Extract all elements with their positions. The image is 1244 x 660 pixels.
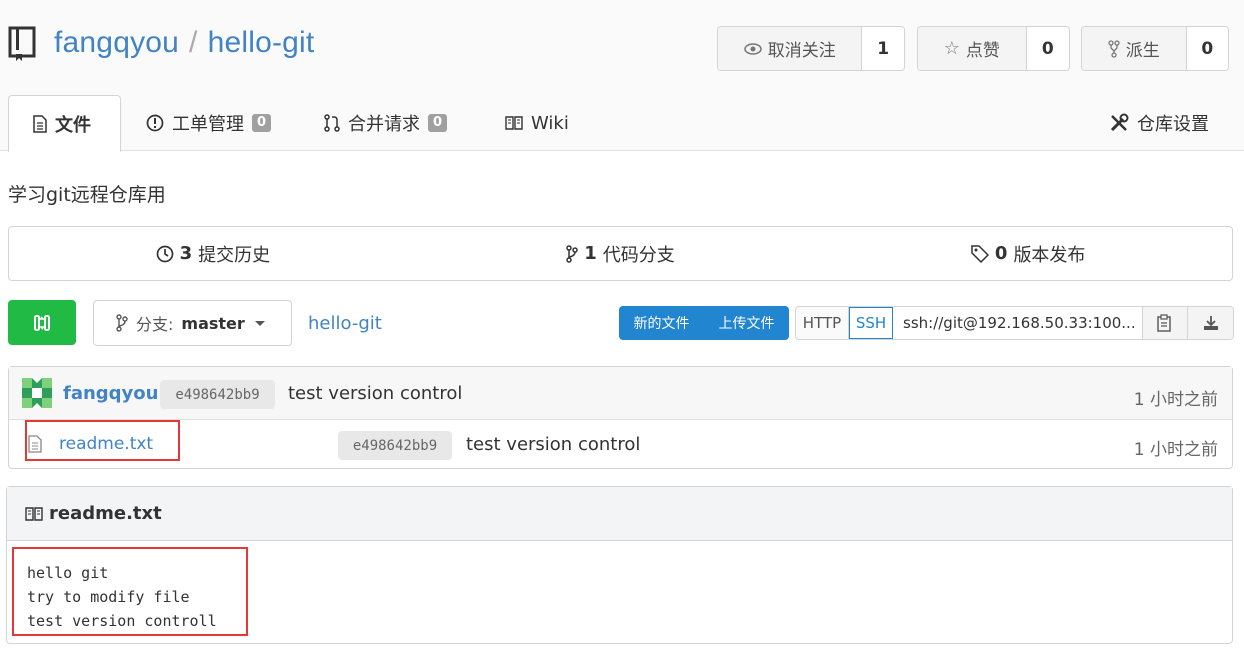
- repo-owner-link[interactable]: fangqyou: [54, 26, 179, 59]
- repo-header: fangqyou / hello-git 取消关注 1 ☆ 点赞 0 派生 0 文件…: [0, 0, 1244, 152]
- issues-count-badge: 0: [252, 114, 272, 132]
- fork-button[interactable]: 派生: [1082, 27, 1187, 70]
- commit-message: test version control: [288, 383, 463, 404]
- file-table: fangqyou e498642bb9 test version control…: [8, 366, 1233, 469]
- branch-name: master: [181, 313, 245, 333]
- star-button[interactable]: ☆ 点赞: [918, 27, 1027, 70]
- watch-label: 取消关注: [767, 41, 836, 61]
- tab-issues-label: 工单管理: [172, 114, 244, 135]
- repo-icon: [8, 26, 36, 61]
- history-icon: [156, 245, 173, 262]
- readme-header: readme.txt: [7, 487, 1232, 541]
- file-text-icon: [33, 114, 47, 133]
- fork-button-group: 派生 0: [1081, 26, 1229, 71]
- file-commit-sha-link[interactable]: e498642bb9: [338, 431, 452, 460]
- commit-sha-link[interactable]: e498642bb9: [160, 380, 275, 409]
- clone-http-button[interactable]: HTTP: [796, 307, 849, 339]
- tab-settings[interactable]: 仓库设置: [1109, 95, 1209, 151]
- readme-title: readme.txt: [49, 503, 162, 524]
- tab-wiki[interactable]: Wiki: [505, 95, 569, 151]
- eye-icon: [743, 42, 762, 55]
- stat-branches-count: 1: [584, 243, 597, 264]
- star-button-group: ☆ 点赞 0: [917, 26, 1070, 71]
- stat-releases-count: 0: [994, 243, 1008, 264]
- tag-icon: [971, 244, 989, 263]
- tab-pulls-label: 合并请求: [348, 114, 420, 135]
- clone-url-input[interactable]: ssh://git@192.168.50.33:100...: [893, 307, 1143, 339]
- star-label: 点赞: [965, 41, 1000, 61]
- watch-count[interactable]: 1: [862, 27, 904, 70]
- clipboard-icon: [1157, 314, 1171, 332]
- stat-commits[interactable]: 3 提交历史: [9, 227, 417, 280]
- branch-prefix: 分支:: [136, 315, 174, 334]
- watch-button[interactable]: 取消关注: [718, 27, 863, 70]
- download-button[interactable]: [1188, 307, 1233, 339]
- highlight-box-file: [25, 420, 180, 461]
- stat-commits-count: 3: [179, 243, 193, 264]
- fork-count[interactable]: 0: [1186, 27, 1228, 70]
- avatar[interactable]: [22, 378, 52, 408]
- file-commit-message: test version control: [466, 434, 641, 455]
- stat-branches[interactable]: 1 代码分支: [417, 227, 825, 280]
- download-icon: [1203, 316, 1218, 330]
- table-row: readme.txt e498642bb9 test version contr…: [9, 420, 1232, 469]
- star-icon: ☆: [943, 38, 960, 59]
- new-file-button[interactable]: 新的文件: [619, 306, 704, 340]
- pulls-count-badge: 0: [428, 114, 448, 132]
- branch-dropdown[interactable]: 分支: master: [93, 300, 292, 346]
- latest-commit-row: fangqyou e498642bb9 test version control…: [9, 367, 1232, 420]
- tab-files-label: 文件: [55, 114, 91, 136]
- tab-wiki-label: Wiki: [531, 112, 569, 134]
- repo-description: 学习git远程仓库用: [8, 184, 166, 206]
- repo-title: fangqyou / hello-git: [54, 26, 314, 60]
- highlight-box-readme: [12, 547, 248, 636]
- alert-circle-icon: [146, 114, 164, 132]
- clone-url-bar: HTTP SSH ssh://git@192.168.50.33:100...: [795, 306, 1234, 340]
- stat-releases-label: 版本发布: [1013, 244, 1086, 266]
- chevron-down-icon: [254, 320, 265, 326]
- compare-button[interactable]: [8, 300, 76, 345]
- tab-settings-label: 仓库设置: [1137, 114, 1209, 135]
- fork-icon: [1108, 39, 1120, 58]
- stat-branches-label: 代码分支: [602, 244, 675, 266]
- stat-commits-label: 提交历史: [198, 244, 271, 266]
- stat-releases[interactable]: 0 版本发布: [824, 227, 1232, 280]
- branch-icon: [116, 314, 128, 332]
- compare-icon: [34, 314, 50, 331]
- star-count[interactable]: 0: [1026, 27, 1069, 70]
- copy-url-button[interactable]: [1143, 307, 1188, 339]
- commit-time: 1 小时之前: [1133, 390, 1218, 410]
- commit-author-link[interactable]: fangqyou: [63, 383, 158, 404]
- branch-icon: [566, 244, 578, 263]
- watch-button-group: 取消关注 1: [717, 26, 905, 71]
- tab-pull-requests[interactable]: 合并请求 0: [324, 95, 448, 151]
- tab-files[interactable]: 文件: [8, 95, 121, 152]
- repo-separator: /: [189, 26, 198, 59]
- book-icon: [25, 506, 43, 521]
- repo-name-link[interactable]: hello-git: [208, 26, 315, 59]
- file-commit-time: 1 小时之前: [1133, 440, 1218, 460]
- tab-issues[interactable]: 工单管理 0: [146, 95, 272, 151]
- clone-ssh-button[interactable]: SSH: [849, 307, 893, 339]
- fork-label: 派生: [1125, 41, 1160, 61]
- breadcrumb-repo-link[interactable]: hello-git: [308, 313, 382, 334]
- book-icon: [505, 116, 523, 130]
- repo-stats-bar: 3 提交历史 1 代码分支 0 版本发布: [8, 226, 1233, 281]
- upload-file-button[interactable]: 上传文件: [704, 306, 789, 340]
- pull-request-icon: [324, 114, 340, 132]
- file-action-group: 新的文件 上传文件: [619, 306, 789, 340]
- tools-icon: [1110, 113, 1129, 132]
